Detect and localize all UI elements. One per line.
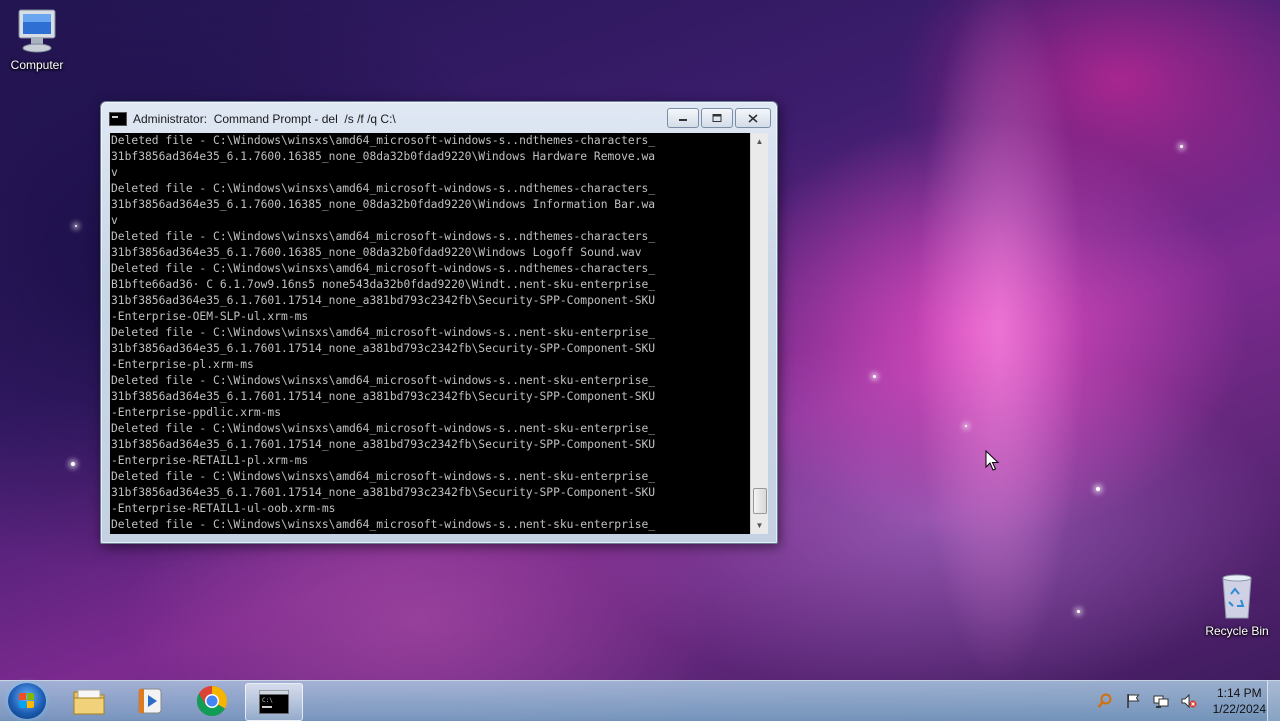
star (1077, 610, 1080, 613)
chrome-icon (196, 686, 228, 717)
minimize-button[interactable] (667, 108, 699, 128)
command-prompt-icon (109, 112, 127, 126)
network-icon (1153, 695, 1169, 708)
console-line: -Enterprise-pl.xrm-ms (111, 358, 254, 371)
desktop-icon-recycle-bin[interactable]: Recycle Bin (1197, 572, 1277, 638)
console-line: Deleted file - C:\Windows\winsxs\amd64_m… (111, 134, 656, 147)
console-line: Deleted file - C:\Windows\winsxs\amd64_m… (111, 182, 656, 195)
console-line: Deleted file - C:\Windows\winsxs\amd64_m… (111, 230, 656, 243)
clock[interactable]: 1:14 PM 1/22/2024 (1213, 685, 1266, 717)
console-line: 31bf3856ad364e35_6.1.7600.16385_none_08d… (111, 198, 656, 211)
title-bar[interactable]: Administrator: Command Prompt - del /s /… (109, 108, 771, 130)
console-line: -Enterprise-ppdlic.xrm-ms (111, 406, 282, 419)
console-line: 31bf3856ad364e35_6.1.7600.16385_none_08d… (111, 150, 656, 163)
window-title: Administrator: Command Prompt - del /s /… (133, 112, 396, 126)
window-controls (667, 108, 771, 128)
action-center-flag-icon (1126, 694, 1140, 708)
clock-time: 1:14 PM (1216, 686, 1262, 700)
console-output[interactable]: Deleted file - C:\Windows\winsxs\amd64_m… (110, 133, 756, 534)
maximize-icon (712, 114, 722, 122)
recycle-bin-icon (1222, 574, 1252, 619)
taskbar-chrome[interactable] (184, 683, 240, 719)
star (71, 462, 75, 466)
clock-date: 1/22/2024 (1212, 702, 1266, 716)
console-line: Deleted file - C:\Windows\winsxs\amd64_m… (111, 374, 656, 387)
search-tray-icon (1097, 693, 1112, 708)
close-button[interactable] (735, 108, 771, 128)
console-line: -Enterprise-RETAIL1-pl.xrm-ms (111, 454, 309, 467)
minimize-icon (679, 119, 687, 121)
windows-start-icon (19, 693, 35, 709)
console-line: Deleted file - C:\Windows\winsxs\amd64_m… (111, 518, 656, 531)
star (1180, 145, 1183, 148)
star (1096, 487, 1100, 491)
taskbar: C:\ 1:14 PM 1/22/2024 (0, 680, 1280, 721)
close-icon (748, 113, 758, 123)
console-line: 31bf3856ad364e35_6.1.7601.17514_none_a38… (111, 390, 656, 403)
command-prompt-window[interactable]: Administrator: Command Prompt - del /s /… (100, 101, 778, 544)
desktop-icon-label: Computer (10, 58, 64, 72)
console-line: v (111, 166, 118, 179)
tray-network[interactable] (1153, 693, 1169, 709)
scroll-down-arrow-icon[interactable]: ▼ (751, 517, 768, 534)
media-player-icon (138, 688, 162, 714)
command-prompt-icon: C:\ (259, 690, 289, 714)
console-line: Deleted file - C:\Windows\winsxs\amd64_m… (111, 470, 656, 483)
console-line: 31bf3856ad364e35_6.1.7601.17514_none_a38… (111, 438, 656, 451)
show-desktop-button[interactable] (1267, 681, 1280, 721)
console-line: 31bf3856ad364e35_6.1.7601.17514_none_a38… (111, 294, 656, 307)
system-tray: 1:14 PM 1/22/2024 (1097, 681, 1266, 721)
svg-text:C:\: C:\ (262, 697, 273, 704)
tray-search[interactable] (1097, 693, 1113, 709)
console-line: B1bfte66ad36· C 6.1.7ow9.16ns5 none54̄3d… (111, 278, 656, 291)
console-line: Deleted file - C:\Windows\winsxs\amd64_m… (111, 262, 656, 275)
scroll-up-arrow-icon[interactable]: ▲ (751, 133, 768, 150)
console-line: Deleted file - C:\Windows\winsxs\amd64_m… (111, 326, 656, 339)
console-line: -Enterprise-RETAIL1-ul-oob.xrm-ms (111, 502, 336, 515)
volume-muted-icon (1181, 693, 1197, 709)
star (75, 225, 77, 227)
maximize-button[interactable] (701, 108, 733, 128)
computer-icon (18, 9, 56, 53)
console-line: 31bf3856ad364e35_6.1.7601.17514_none_a38… (111, 486, 656, 499)
taskbar-file-explorer[interactable] (61, 683, 117, 719)
start-button[interactable] (8, 683, 46, 719)
console-line: 31bf3856ad364e35_6.1.7601.17514_none_a38… (111, 342, 656, 355)
tray-action-center[interactable] (1125, 693, 1141, 709)
console-line: -Enterprise-OEM-SLP-ul.xrm-ms (111, 310, 309, 323)
star (965, 425, 967, 427)
console-line: Deleted file - C:\Windows\winsxs\amd64_m… (111, 422, 656, 435)
taskbar-command-prompt[interactable]: C:\ (245, 683, 303, 721)
file-explorer-icon (73, 689, 105, 715)
desktop-icon-label: Recycle Bin (1205, 624, 1269, 638)
star (873, 375, 876, 378)
mouse-cursor-icon (985, 450, 1000, 471)
desktop-icon-computer[interactable]: Computer (0, 8, 77, 72)
vertical-scrollbar[interactable]: ▲ ▼ (750, 133, 768, 534)
console-line: 31bf3856ad364e35_6.1.7600.16385_none_08d… (111, 246, 642, 259)
tray-volume[interactable] (1181, 693, 1197, 709)
scrollbar-thumb[interactable] (753, 488, 767, 514)
console-line: v (111, 214, 118, 227)
taskbar-media-player[interactable] (122, 683, 178, 719)
